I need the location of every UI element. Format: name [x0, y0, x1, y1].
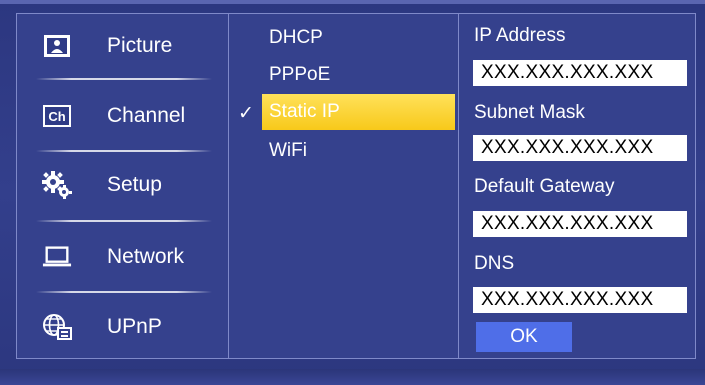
- top-border: [0, 0, 705, 4]
- dns-field[interactable]: XXX.XXX.XXX.XXX: [473, 287, 687, 313]
- channel-icon: Ch: [42, 103, 72, 129]
- option-wifi[interactable]: WiFi: [262, 133, 455, 169]
- picture-icon: [42, 33, 72, 59]
- dns-label: DNS: [474, 253, 515, 274]
- column-separator-left: [228, 14, 229, 358]
- menu-item-label: Channel: [107, 104, 186, 127]
- menu-divider: [36, 220, 212, 222]
- subnet-mask-label: Subnet Mask: [474, 102, 585, 123]
- column-separator-right: [458, 14, 459, 358]
- globe-icon: [42, 314, 72, 340]
- option-static-ip[interactable]: Static IP: [262, 94, 455, 130]
- menu-item-label: Network: [107, 245, 185, 268]
- ip-address-field[interactable]: XXX.XXX.XXX.XXX: [473, 60, 687, 86]
- menu-item-channel[interactable]: Ch Channel: [16, 88, 211, 144]
- bottom-border: [0, 369, 705, 385]
- menu-item-label: Picture: [107, 34, 173, 57]
- ok-button[interactable]: OK: [476, 322, 572, 352]
- checkmark-icon: ✓: [238, 103, 254, 124]
- menu-divider: [36, 78, 212, 80]
- ip-address-label: IP Address: [474, 25, 566, 46]
- laptop-icon: [42, 244, 72, 270]
- menu-item-upnp[interactable]: UPnP: [16, 299, 211, 355]
- menu-divider: [36, 291, 212, 293]
- menu-item-network[interactable]: Network: [16, 229, 211, 285]
- gears-icon: [42, 171, 72, 199]
- menu-item-picture[interactable]: Picture: [16, 18, 211, 74]
- channel-icon-text: Ch: [48, 109, 65, 124]
- menu-item-label: Setup: [107, 173, 162, 196]
- menu-divider: [36, 150, 212, 152]
- option-pppoe[interactable]: PPPoE: [262, 57, 455, 93]
- menu-item-label: UPnP: [107, 315, 162, 338]
- option-dhcp[interactable]: DHCP: [262, 20, 455, 56]
- subnet-mask-field[interactable]: XXX.XXX.XXX.XXX: [473, 135, 687, 161]
- default-gateway-label: Default Gateway: [474, 176, 615, 197]
- default-gateway-field[interactable]: XXX.XXX.XXX.XXX: [473, 211, 687, 237]
- menu-item-setup[interactable]: Setup: [16, 157, 211, 213]
